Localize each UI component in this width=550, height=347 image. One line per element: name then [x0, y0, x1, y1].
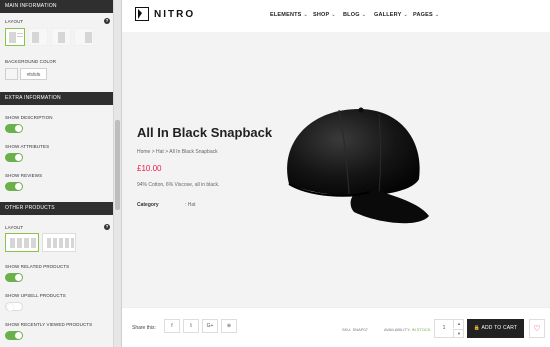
- chevron-down-icon: ⌄: [434, 12, 440, 18]
- panel-scroll-thumb[interactable]: [115, 120, 120, 210]
- background-color-swatch[interactable]: [5, 68, 18, 80]
- background-color-label: BACKGROUND COLOR: [5, 59, 57, 64]
- show-reviews-label: SHOW REVIEWS: [5, 173, 43, 178]
- show-related-toggle[interactable]: [5, 273, 23, 282]
- chevron-down-icon: ⌄: [331, 12, 336, 18]
- add-to-cart-button[interactable]: 🔒 ADD TO CART: [467, 319, 524, 338]
- layout-option-1[interactable]: [5, 28, 25, 46]
- availability-label: AVAILABILITY:: [384, 327, 411, 332]
- section-header-main-info[interactable]: MAIN INFORMATION: [0, 0, 113, 13]
- availability: AVAILABILITY: IN STOCK: [384, 327, 430, 332]
- product-description: 94% Cotton, 6% Viscose, all in black.: [137, 182, 220, 188]
- section-header-extra-info[interactable]: EXTRA INFORMATION: [0, 92, 113, 105]
- layout-label: LAYOUT: [5, 19, 24, 24]
- nav-shop[interactable]: SHOP ⌄: [313, 12, 336, 18]
- share-label: Share this:: [132, 325, 156, 331]
- nav-pages-label: PAGES: [413, 12, 433, 18]
- quantity-value[interactable]: 1: [435, 320, 453, 337]
- panel-scrollbar[interactable]: [113, 0, 121, 347]
- layout-option-4[interactable]: [74, 28, 94, 46]
- help-icon-2[interactable]: ?: [104, 224, 110, 230]
- pinterest-share-button[interactable]: ⊕: [221, 319, 237, 333]
- heart-icon[interactable]: ♡: [529, 319, 545, 338]
- product-image[interactable]: [269, 84, 439, 234]
- show-attributes-toggle[interactable]: [5, 153, 23, 162]
- category-value[interactable]: : Hat: [185, 202, 196, 208]
- nav-gallery-label: GALLERY: [374, 12, 402, 18]
- product-price: £10.00: [137, 164, 162, 173]
- category-label: Category: [137, 202, 159, 208]
- product-stage: All In Black Snapback Home > Hat > All I…: [122, 32, 550, 307]
- other-layout-label: LAYOUT: [5, 225, 24, 230]
- availability-value: IN STOCK: [411, 327, 431, 332]
- show-description-label: SHOW DESCRIPTION: [5, 115, 53, 120]
- product-title: All In Black Snapback: [137, 125, 273, 140]
- nav-elements[interactable]: ELEMENTS ⌄: [270, 12, 308, 18]
- nav-blog-label: BLOG: [343, 12, 360, 18]
- background-color-value[interactable]: #f5f5f5: [20, 68, 47, 80]
- show-recently-viewed-toggle[interactable]: [5, 331, 23, 340]
- nav-shop-label: SHOP: [313, 12, 330, 18]
- product-footer-bar: Share this: f 𝕥 G+ ⊕ SKU: SNAP07 AVAILAB…: [122, 307, 550, 347]
- layout-option-3[interactable]: [51, 28, 71, 46]
- quantity-up-icon[interactable]: ▲: [453, 320, 464, 328]
- nav-blog[interactable]: BLOG ⌄: [343, 12, 366, 18]
- site-preview: NITRO ELEMENTS ⌄ SHOP ⌄ BLOG ⌄ GALLERY ⌄ PAG…: [122, 0, 550, 347]
- show-description-toggle[interactable]: [5, 124, 23, 133]
- show-upsell-label: SHOW UPSELL PRODUCTS: [5, 293, 66, 298]
- show-related-label: SHOW RELATED PRODUCTS: [5, 264, 70, 269]
- show-upsell-toggle[interactable]: [5, 302, 23, 311]
- show-recently-viewed-label: SHOW RECENTLY VIEWED PRODUCTS: [5, 322, 93, 327]
- customizer-panel: MAIN INFORMATION LAYOUT ? BACKGROUND COL…: [0, 0, 113, 347]
- chevron-down-icon: ⌄: [403, 12, 408, 18]
- sku-text: SKU: SNAP07: [342, 327, 368, 332]
- chevron-down-icon: ⌄: [303, 12, 308, 18]
- logo-text[interactable]: NITRO: [154, 9, 195, 20]
- layout-option-2[interactable]: [28, 28, 48, 46]
- site-header: NITRO ELEMENTS ⌄ SHOP ⌄ BLOG ⌄ GALLERY ⌄ PAG…: [122, 0, 550, 32]
- show-reviews-toggle[interactable]: [5, 182, 23, 191]
- nav-gallery[interactable]: GALLERY ⌄: [374, 12, 408, 18]
- nav-pages[interactable]: PAGES ⌄: [413, 12, 439, 18]
- section-header-other-products[interactable]: OTHER PRODUCTS: [0, 202, 113, 215]
- google-plus-share-button[interactable]: G+: [202, 319, 218, 333]
- logo-icon[interactable]: [135, 7, 149, 21]
- products-layout-option-2[interactable]: [42, 233, 76, 252]
- breadcrumb[interactable]: Home > Hat > All In Black Snapback: [137, 149, 218, 155]
- facebook-share-button[interactable]: f: [164, 319, 180, 333]
- show-attributes-label: SHOW ATTRIBUTES: [5, 144, 50, 149]
- quantity-down-icon[interactable]: ▼: [453, 329, 464, 337]
- products-layout-option-1[interactable]: [5, 233, 39, 252]
- chevron-down-icon: ⌄: [361, 12, 367, 18]
- help-icon[interactable]: ?: [104, 18, 110, 24]
- twitter-share-button[interactable]: 𝕥: [183, 319, 199, 333]
- nav-elements-label: ELEMENTS: [270, 12, 302, 18]
- app-root: MAIN INFORMATION LAYOUT ? BACKGROUND COL…: [0, 0, 550, 347]
- quantity-stepper[interactable]: 1 ▲ ▼: [434, 319, 464, 338]
